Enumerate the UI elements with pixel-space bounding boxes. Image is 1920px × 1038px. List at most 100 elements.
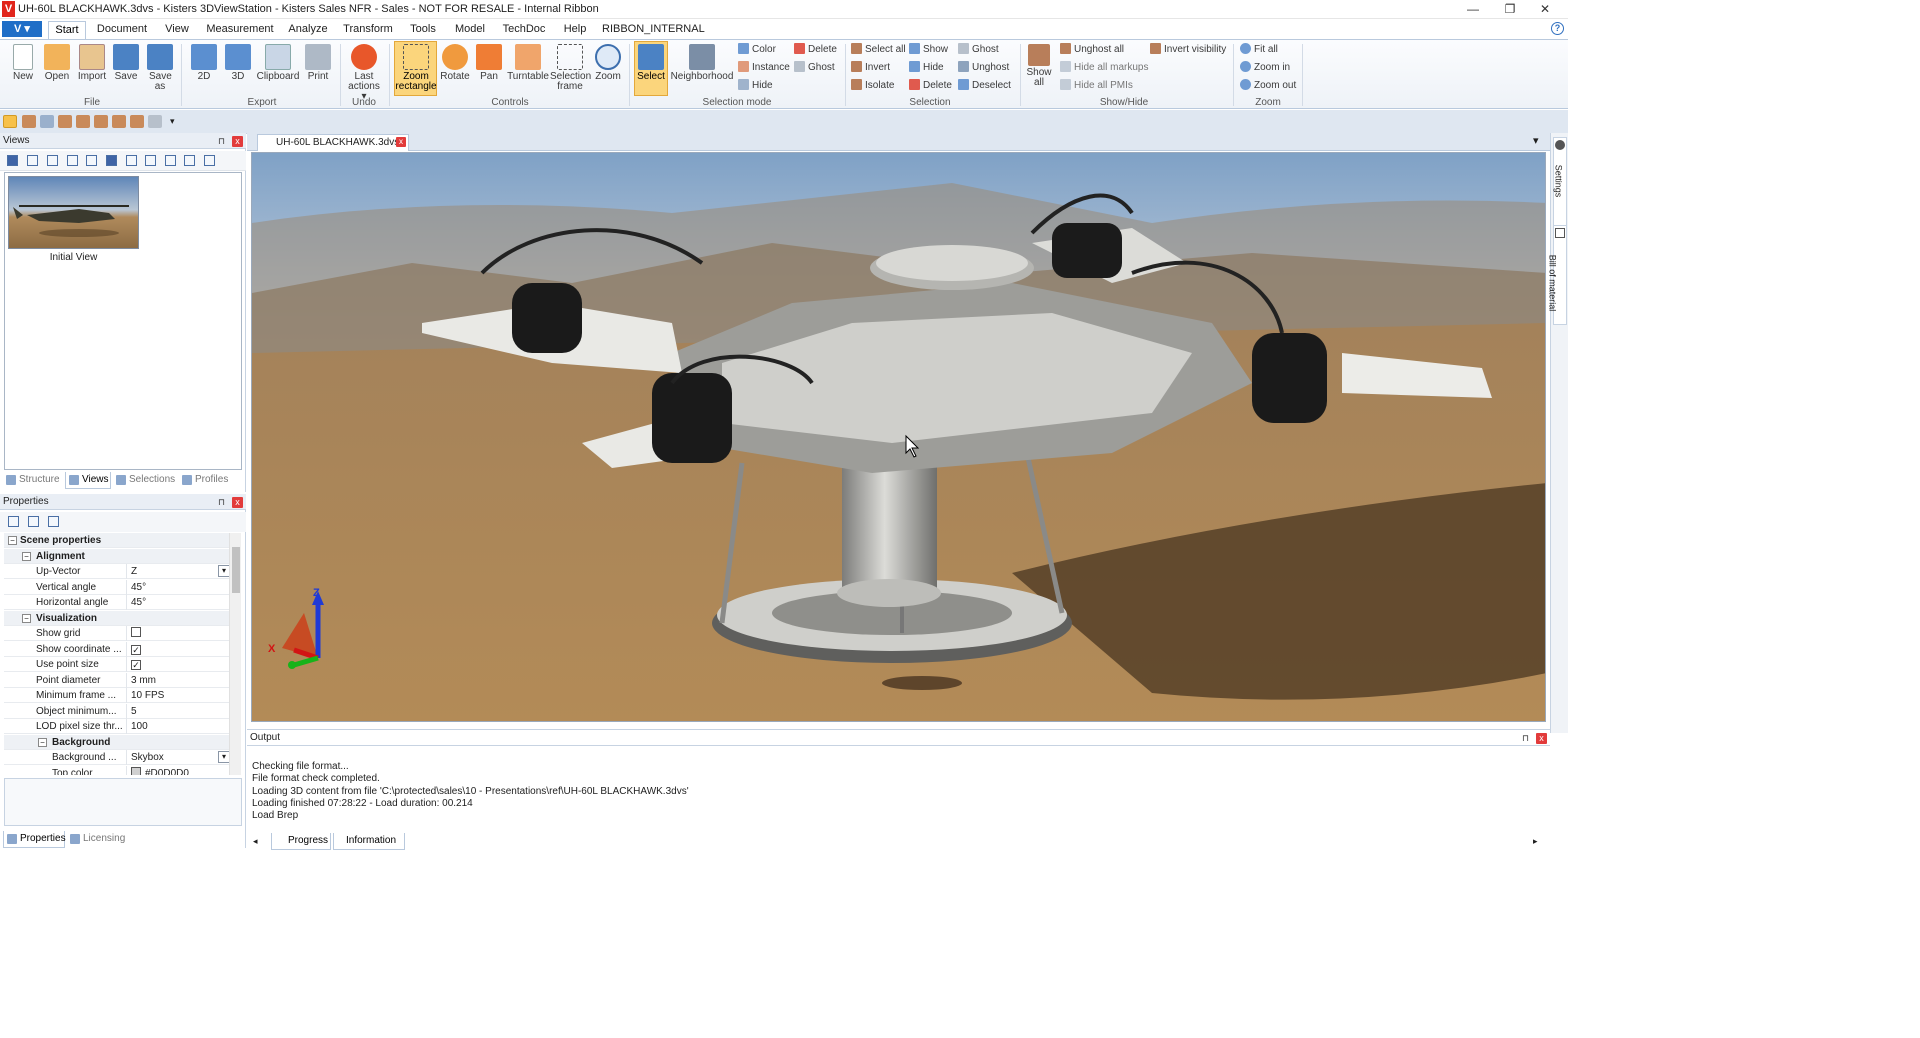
view-import-icon[interactable] <box>204 155 215 166</box>
tab-information[interactable]: Information <box>333 833 405 850</box>
show-button[interactable]: Show <box>909 43 948 57</box>
zoom-button[interactable]: Zoom <box>592 44 624 82</box>
hide-all-markups-button[interactable]: Hide all markups <box>1060 61 1148 75</box>
export-2d-button[interactable]: 2D <box>188 44 220 82</box>
property-row[interactable]: Background ... Skybox ▾ <box>4 750 240 765</box>
tab-selections[interactable]: Selections <box>113 472 177 489</box>
use-point-size-checkbox[interactable]: ✓ <box>131 660 141 670</box>
collapse-icon[interactable]: − <box>8 536 17 545</box>
instance-mode-button[interactable]: Instance <box>738 61 790 75</box>
qat-tool-icon[interactable] <box>148 115 162 128</box>
hide-mode-button[interactable]: Hide <box>738 79 773 93</box>
show-coordinate-checkbox[interactable]: ✓ <box>131 644 141 655</box>
selection-frame-button[interactable]: Selection frame <box>550 44 591 92</box>
unghost-all-button[interactable]: Unghost all <box>1060 43 1124 57</box>
close-properties-panel-button[interactable]: x <box>232 497 243 508</box>
hide-all-pmis-button[interactable]: Hide all PMIs <box>1060 79 1133 93</box>
property-row[interactable]: Up-Vector Z ▾ <box>4 564 240 579</box>
open-button[interactable]: Open <box>40 44 74 82</box>
tab-tools[interactable]: Tools <box>406 21 440 39</box>
zoom-out-button[interactable]: Zoom out <box>1240 79 1296 93</box>
qat-tool-icon[interactable] <box>94 115 108 128</box>
property-row[interactable]: Horizontal angle 45° <box>4 595 240 610</box>
close-views-panel-button[interactable]: x <box>232 136 243 147</box>
qat-tool-icon[interactable] <box>130 115 144 128</box>
view-delete-icon[interactable] <box>67 155 78 166</box>
view-sync-icon[interactable] <box>165 155 176 166</box>
zoom-rectangle-button[interactable]: Zoom rectangle <box>394 41 437 96</box>
pan-button[interactable]: Pan <box>472 44 506 82</box>
property-scrollbar[interactable] <box>229 533 241 775</box>
invert-visibility-button[interactable]: Invert visibility <box>1150 43 1226 57</box>
close-document-tab-button[interactable]: x <box>396 137 406 147</box>
tab-views[interactable]: Views <box>65 472 111 489</box>
property-row[interactable]: LOD pixel size thr... 100 <box>4 719 240 734</box>
qat-tool-icon[interactable] <box>40 115 54 128</box>
property-row[interactable]: Minimum frame ... 10 FPS <box>4 688 240 703</box>
pin-icon[interactable]: ⊓ <box>218 497 225 508</box>
tab-analyze[interactable]: Analyze <box>286 21 330 39</box>
fit-all-button[interactable]: Fit all <box>1240 43 1278 57</box>
select-all-button[interactable]: Select all <box>851 43 906 57</box>
delete-mode-button[interactable]: Delete <box>794 43 837 57</box>
select-tool-icon[interactable] <box>3 115 17 128</box>
scrollbar-thumb[interactable] <box>232 547 240 593</box>
property-row[interactable]: Top color #D0D0D0 <box>4 765 240 775</box>
filter-icon[interactable] <box>48 516 59 527</box>
tab-measurement[interactable]: Measurement <box>204 21 276 39</box>
pin-icon[interactable]: ⊓ <box>1522 733 1529 744</box>
new-button[interactable]: New <box>6 44 40 82</box>
alphabetical-icon[interactable] <box>28 516 39 527</box>
tab-model[interactable]: Model <box>450 21 490 39</box>
view-export-icon[interactable] <box>184 155 195 166</box>
scroll-right-icon[interactable]: ▸ <box>1533 836 1538 847</box>
neighborhood-button[interactable]: Neighborhood <box>670 44 734 82</box>
view-home-icon[interactable] <box>7 155 18 166</box>
document-tab[interactable]: UH-60L BLACKHAWK.3dvs <box>257 134 409 151</box>
last-actions-button[interactable]: Last actions ▾ <box>344 44 384 102</box>
qat-tool-icon[interactable] <box>22 115 36 128</box>
view-prev-icon[interactable] <box>86 155 97 166</box>
rotate-button[interactable]: Rotate <box>438 44 472 82</box>
tab-properties[interactable]: Properties <box>3 831 66 848</box>
unghost-button[interactable]: Unghost <box>958 61 1009 75</box>
save-button[interactable]: Save <box>110 44 142 82</box>
clipboard-button[interactable]: Clipboard <box>256 44 300 82</box>
export-3d-button[interactable]: 3D <box>222 44 254 82</box>
hide-button[interactable]: Hide <box>909 61 944 75</box>
qat-tool-icon[interactable] <box>58 115 72 128</box>
property-row[interactable]: Use point size ✓ <box>4 657 240 672</box>
print-button[interactable]: Print <box>302 44 334 82</box>
collapse-icon[interactable]: − <box>22 551 31 561</box>
property-row[interactable]: Vertical angle 45° <box>4 579 240 595</box>
tab-help[interactable]: Help <box>558 21 592 39</box>
view-add-icon[interactable] <box>27 155 38 166</box>
tab-view[interactable]: View <box>160 21 194 39</box>
initial-view-thumbnail[interactable] <box>8 176 139 249</box>
delete-button[interactable]: Delete <box>909 79 952 93</box>
tab-document[interactable]: Document <box>94 21 150 39</box>
show-grid-checkbox[interactable] <box>131 627 141 637</box>
zoom-in-button[interactable]: Zoom in <box>1240 61 1290 75</box>
tab-progress[interactable]: Progress <box>271 833 331 850</box>
collapse-icon[interactable]: − <box>38 737 47 747</box>
pin-icon[interactable]: ⊓ <box>218 136 225 147</box>
help-icon[interactable]: ? <box>1551 22 1564 35</box>
tab-transform[interactable]: Transform <box>340 21 396 39</box>
qat-customize-icon[interactable]: ▾ <box>170 116 175 127</box>
tab-ribbon-internal[interactable]: RIBBON_INTERNAL <box>602 21 705 39</box>
property-row[interactable]: Show grid <box>4 626 240 641</box>
view-refresh-icon[interactable] <box>47 155 58 166</box>
tab-licensing[interactable]: Licensing <box>67 831 129 848</box>
property-row[interactable]: Show coordinate ... ✓ <box>4 641 240 657</box>
ghost-button[interactable]: Ghost <box>958 43 999 57</box>
isolate-button[interactable]: Isolate <box>851 79 894 93</box>
scroll-left-icon[interactable]: ◂ <box>253 836 258 847</box>
tab-start[interactable]: Start <box>48 21 86 39</box>
tab-structure[interactable]: Structure <box>3 472 63 489</box>
bom-side-tab[interactable]: Bill of material <box>1547 225 1567 325</box>
categorized-icon[interactable] <box>8 516 19 527</box>
document-list-dropdown-icon[interactable]: ▾ <box>1533 134 1539 147</box>
3d-scene[interactable] <box>252 153 1546 722</box>
color-mode-button[interactable]: Color <box>738 43 776 57</box>
